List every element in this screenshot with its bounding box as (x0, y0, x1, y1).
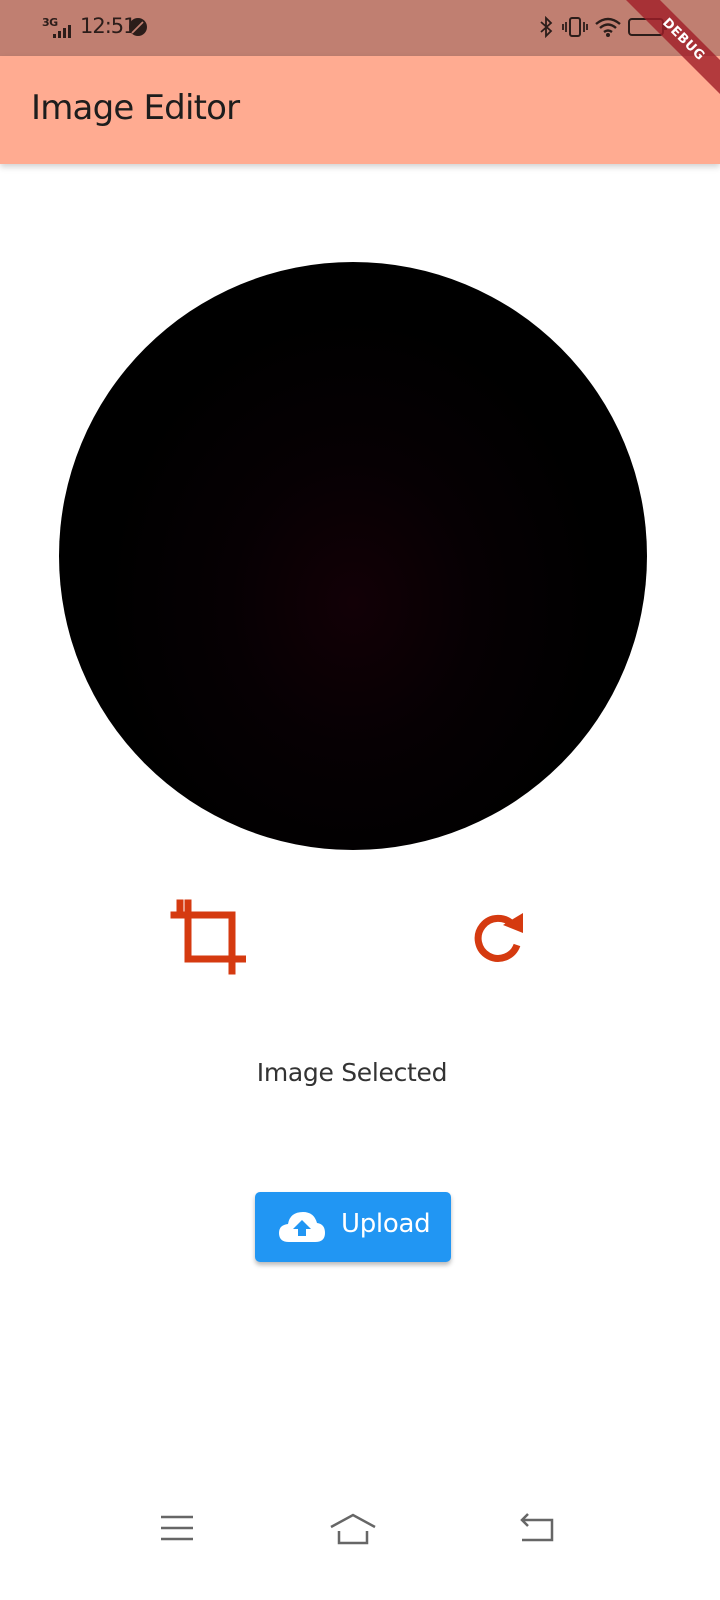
image-preview (59, 262, 647, 850)
cloud-upload-icon (279, 1212, 325, 1242)
rotate-button[interactable] (454, 892, 544, 982)
navigation-bar (0, 1490, 720, 1600)
signal-icon (53, 25, 71, 38)
menu-button[interactable] (147, 1506, 207, 1550)
page-title: Image Editor (31, 88, 240, 128)
home-icon (330, 1513, 376, 1545)
back-button[interactable] (508, 1506, 568, 1550)
status-bar: 3G 12:51 (0, 0, 720, 56)
rotate-icon (474, 913, 523, 962)
menu-icon (161, 1515, 193, 1541)
leaf-icon (129, 18, 147, 36)
bluetooth-icon (540, 16, 553, 38)
app-bar: Image Editor (0, 56, 720, 164)
crop-button[interactable] (163, 892, 253, 982)
vibrate-icon (562, 17, 588, 37)
upload-button[interactable]: Upload (255, 1192, 451, 1262)
crop-icon (170, 899, 246, 975)
wifi-icon (595, 17, 621, 37)
screen: 3G 12:51 DEBUG Image Editor Image Select… (0, 0, 720, 1600)
upload-label: Upload (341, 1209, 431, 1239)
home-button[interactable] (323, 1506, 383, 1550)
status-message: Image Selected (256, 1058, 448, 1087)
back-icon (520, 1513, 554, 1542)
